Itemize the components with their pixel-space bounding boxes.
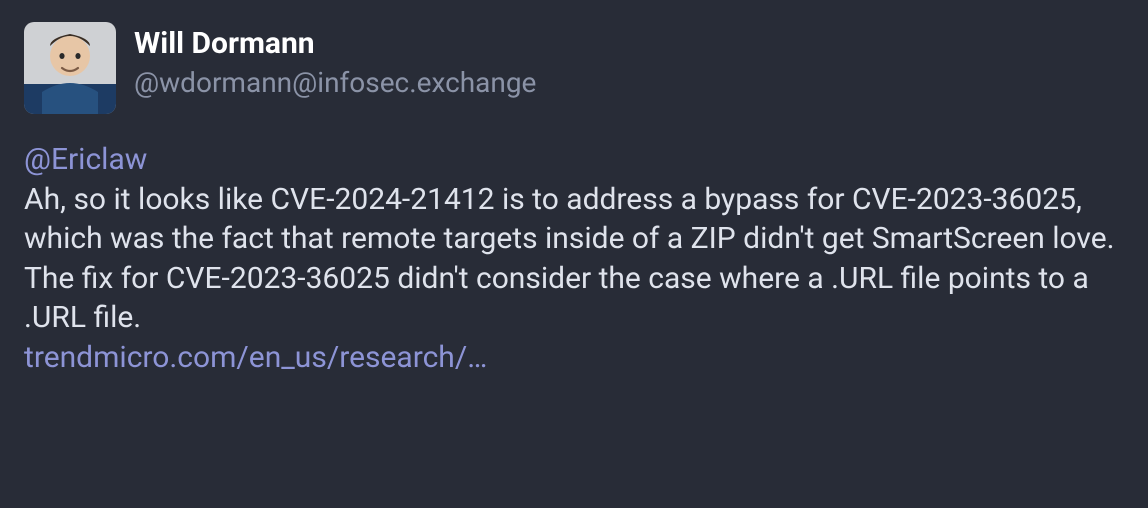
post-paragraph-2: The fix for CVE-2023-36025 didn't consid… <box>24 261 1089 336</box>
mention-link[interactable]: @Ericlaw <box>24 142 147 177</box>
post-paragraph-1: Ah, so it looks like CVE-2024-21412 is t… <box>24 182 1115 257</box>
avatar-image <box>24 22 116 114</box>
post-header: Will Dormann @wdormann@infosec.exchange <box>24 22 1124 114</box>
avatar[interactable] <box>24 22 116 114</box>
author-identity: Will Dormann @wdormann@infosec.exchange <box>134 22 536 102</box>
external-link[interactable]: trendmicro.com/en_us/research/… <box>24 340 487 375</box>
author-handle[interactable]: @wdormann@infosec.exchange <box>134 64 536 102</box>
author-display-name[interactable]: Will Dormann <box>134 26 536 62</box>
post: Will Dormann @wdormann@infosec.exchange … <box>24 22 1124 378</box>
post-body: @Ericlaw Ah, so it looks like CVE-2024-2… <box>24 140 1124 378</box>
